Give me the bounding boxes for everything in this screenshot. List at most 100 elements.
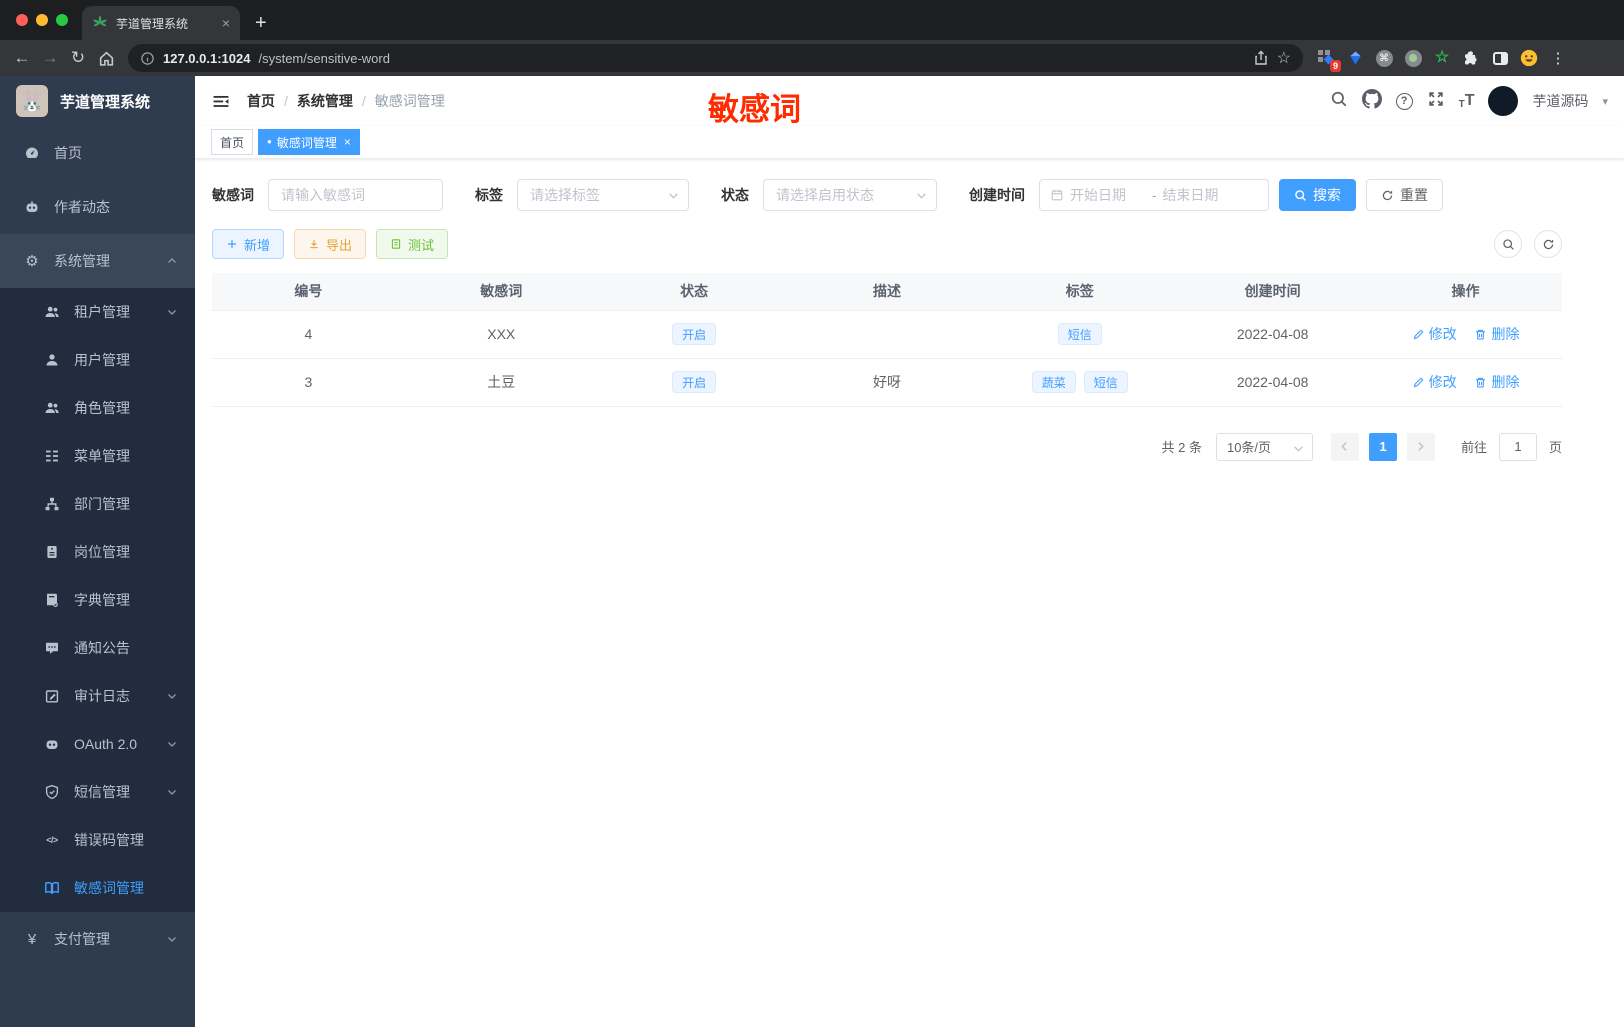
sidebar-item-dept[interactable]: 部门管理 <box>0 480 195 528</box>
extension-star-icon[interactable]: ☆ <box>1433 49 1451 67</box>
back-icon[interactable]: ← <box>8 44 36 72</box>
tag-chip: 短信 <box>1057 323 1102 345</box>
header-search-icon[interactable] <box>1330 90 1348 113</box>
test-button[interactable]: 测试 <box>376 229 449 259</box>
tag-tab-home[interactable]: 首页 <box>211 129 254 155</box>
sidebar-item-post[interactable]: 岗位管理 <box>0 528 195 576</box>
edit-link[interactable]: 修改 <box>1412 324 1457 344</box>
extension-record-icon[interactable] <box>1404 49 1422 67</box>
extension-command-icon[interactable]: ⌘ <box>1375 49 1393 67</box>
reload-icon[interactable]: ↻ <box>64 44 92 72</box>
search-button-label: 搜索 <box>1313 187 1341 203</box>
keyword-label: 敏感词 <box>212 187 254 203</box>
extensions-puzzle-icon[interactable] <box>1462 49 1480 67</box>
keyword-input[interactable] <box>268 179 443 211</box>
sidebar-item-audit-log[interactable]: 审计日志 <box>0 672 195 720</box>
minimize-window-button[interactable] <box>36 14 48 26</box>
github-icon[interactable] <box>1361 88 1382 114</box>
tag-tab-label: 首页 <box>220 135 245 150</box>
id-badge-icon <box>44 544 60 560</box>
info-icon[interactable] <box>140 51 155 66</box>
robot-icon <box>44 736 60 752</box>
page-number-button[interactable]: 1 <box>1368 432 1397 461</box>
collapse-sidebar-icon[interactable] <box>211 91 231 111</box>
home-icon[interactable] <box>92 44 120 72</box>
sidebar-item-payment[interactable]: ¥ 支付管理 <box>0 912 195 966</box>
font-size-icon[interactable]: TT <box>1459 92 1475 110</box>
page-size-select[interactable]: 10条/页 <box>1215 432 1313 461</box>
browser-tab-title: 芋道管理系统 <box>116 16 189 31</box>
cell-word: 土豆 <box>404 358 598 407</box>
sidebar-item-label: 通知公告 <box>74 640 130 656</box>
profile-avatar-icon[interactable] <box>1520 49 1538 67</box>
sidebar-item-label: 错误码管理 <box>74 832 144 848</box>
sidebar-item-sensitive-word[interactable]: 敏感词管理 <box>0 864 195 912</box>
zoom-window-button[interactable] <box>56 14 68 26</box>
shield-check-icon <box>44 784 60 800</box>
date-end-input[interactable] <box>1162 187 1239 203</box>
fullscreen-icon[interactable] <box>1427 90 1445 113</box>
bookmark-star-icon[interactable]: ☆ <box>1277 48 1291 68</box>
goto-page-input[interactable] <box>1498 432 1537 461</box>
sidebar-item-role[interactable]: 角色管理 <box>0 384 195 432</box>
prev-page-button[interactable] <box>1330 432 1359 461</box>
user-avatar[interactable] <box>1488 86 1519 116</box>
new-tab-button[interactable]: + <box>240 6 282 40</box>
date-start-input[interactable] <box>1070 187 1146 203</box>
tag-tab-sensitive-word[interactable]: ● 敏感词管理 × <box>258 129 360 155</box>
user-menu-caret-icon[interactable]: ▾ <box>1602 95 1608 108</box>
breadcrumb-home[interactable]: 首页 <box>247 91 275 111</box>
sidebar-item-dict[interactable]: 字典管理 <box>0 576 195 624</box>
date-range-picker[interactable]: - <box>1039 179 1269 211</box>
select-caret-icon <box>668 190 679 201</box>
tag-select[interactable]: 请选择标签 <box>517 179 689 211</box>
sidebar-item-user[interactable]: 用户管理 <box>0 336 195 384</box>
show-search-toggle-button[interactable] <box>1494 230 1522 258</box>
sidebar-item-notice[interactable]: 通知公告 <box>0 624 195 672</box>
sidebar-item-menu[interactable]: 菜单管理 <box>0 432 195 480</box>
chevron-down-icon <box>167 307 177 317</box>
browser-tab[interactable]: 芋道管理系统 × <box>82 6 240 40</box>
reset-button[interactable]: 重置 <box>1366 179 1443 211</box>
sidebar-item-label: 支付管理 <box>54 931 110 947</box>
screen: 芋道管理系统 × + ← → ↻ 127.0.0.1:1024/system/s… <box>0 0 1624 1027</box>
select-caret-icon <box>916 190 927 201</box>
tag-close-icon[interactable]: × <box>344 135 351 149</box>
sidebar-item-tenant[interactable]: 租户管理 <box>0 288 195 336</box>
refresh-table-button[interactable] <box>1534 230 1562 258</box>
next-page-button[interactable] <box>1406 432 1435 461</box>
tag-select-placeholder: 请选择标签 <box>530 187 600 203</box>
export-button[interactable]: 导出 <box>294 229 367 259</box>
sidebar-item-system[interactable]: ⚙ 系统管理 <box>0 234 195 288</box>
pagination-total: 共 2 条 <box>1161 440 1202 455</box>
address-bar[interactable]: 127.0.0.1:1024/system/sensitive-word ☆ <box>128 44 1303 72</box>
edit-link[interactable]: 修改 <box>1412 372 1457 392</box>
sidebar-item-home[interactable]: 首页 <box>0 126 195 180</box>
delete-link[interactable]: 删除 <box>1474 372 1519 392</box>
extension-grid-icon[interactable]: 9 <box>1317 49 1341 72</box>
tags-view: 首页 ● 敏感词管理 × <box>195 126 1624 159</box>
search-button[interactable]: 搜索 <box>1279 179 1356 211</box>
side-panel-icon[interactable] <box>1491 49 1509 67</box>
sidebar-item-author-news[interactable]: 作者动态 <box>0 180 195 234</box>
browser-menu-icon[interactable]: ⋮ <box>1549 49 1567 67</box>
pagination: 共 2 条 10条/页 1 前往 页 <box>212 432 1562 461</box>
share-icon[interactable] <box>1253 50 1269 66</box>
main-area: 首页 / 系统管理 / 敏感词管理 敏感词 ? TT 芋道源码 ▾ 首页 ● 敏… <box>195 76 1624 1027</box>
breadcrumb-system[interactable]: 系统管理 <box>297 91 353 111</box>
tab-close-icon[interactable]: × <box>222 15 230 31</box>
sidebar-item-errcode[interactable]: </> 错误码管理 <box>0 816 195 864</box>
sidebar-item-sms[interactable]: 短信管理 <box>0 768 195 816</box>
help-icon[interactable]: ? <box>1395 92 1413 110</box>
sidebar-item-label: 敏感词管理 <box>74 880 144 896</box>
sidebar-item-oauth[interactable]: OAuth 2.0 <box>0 720 195 768</box>
status-select[interactable]: 请选择启用状态 <box>763 179 937 211</box>
yen-icon: ¥ <box>27 930 37 948</box>
add-button[interactable]: 新增 <box>212 229 285 259</box>
chevron-down-icon <box>167 787 177 797</box>
delete-link[interactable]: 删除 <box>1474 324 1519 344</box>
close-window-button[interactable] <box>16 14 28 26</box>
forward-icon[interactable]: → <box>36 44 64 72</box>
extension-gem-icon[interactable] <box>1346 49 1364 67</box>
app-logo-row[interactable]: 🐰 芋道管理系统 <box>0 76 195 126</box>
